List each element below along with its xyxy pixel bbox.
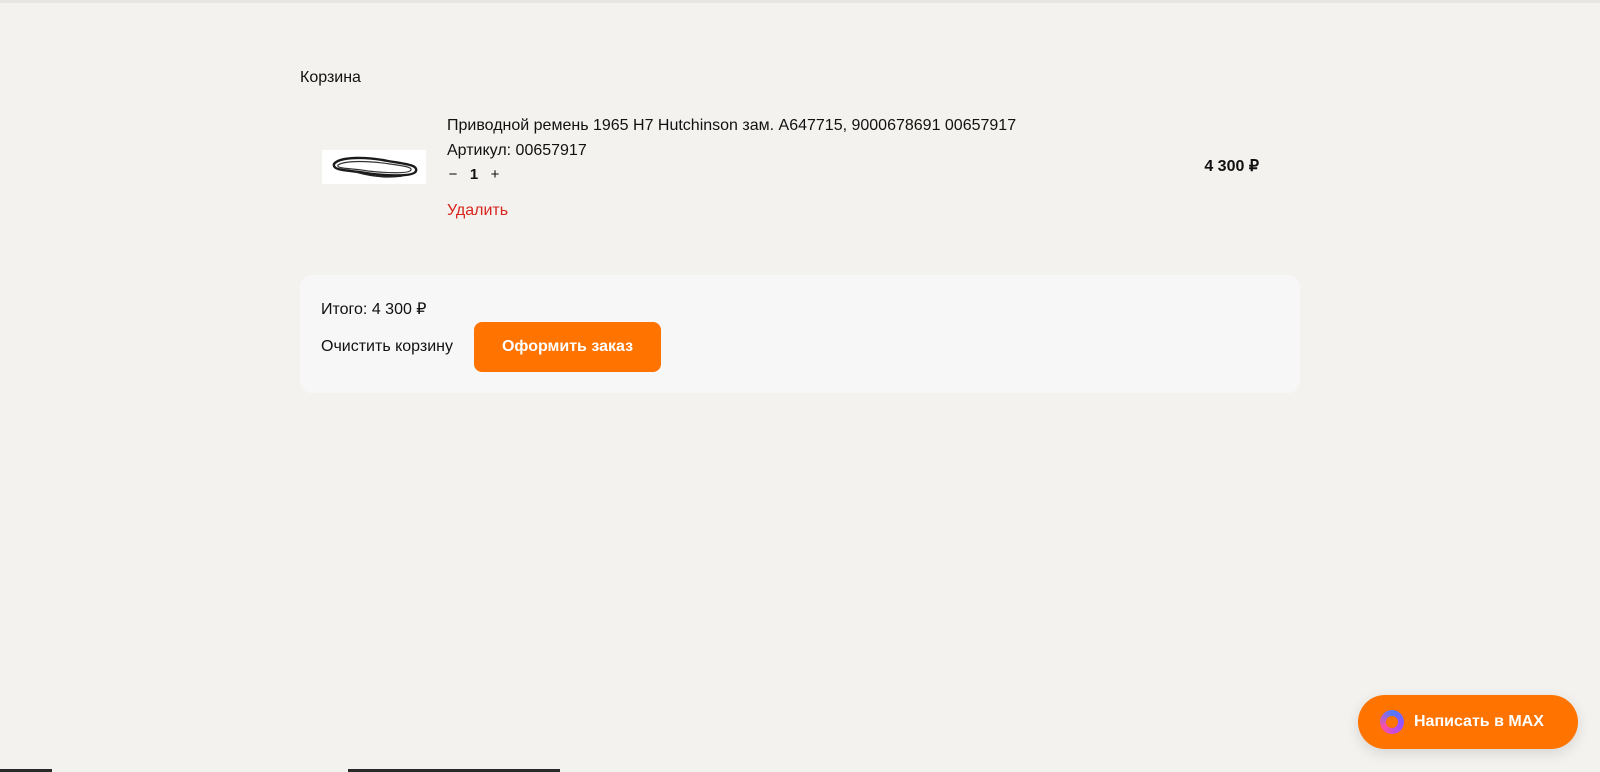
top-border — [0, 0, 1600, 3]
chat-max-label: Написать в MAX — [1414, 713, 1544, 730]
drive-belt-icon — [332, 156, 418, 178]
quantity-value: 1 — [469, 166, 479, 183]
product-name[interactable]: Приводной ремень 1965 H7 Hutchinson зам.… — [447, 116, 1016, 136]
decrement-button[interactable]: − — [447, 165, 459, 185]
product-image[interactable] — [322, 150, 426, 184]
max-messenger-icon — [1380, 710, 1404, 734]
cart-item: Приводной ремень 1965 H7 Hutchinson зам.… — [300, 110, 1280, 230]
quantity-stepper: − 1 + — [447, 165, 501, 185]
page-title: Корзина — [300, 69, 361, 86]
item-price: 4 300 ₽ — [1204, 158, 1259, 175]
clear-cart-button[interactable]: Очистить корзину — [321, 337, 453, 357]
checkout-button[interactable]: Оформить заказ — [474, 322, 661, 372]
increment-button[interactable]: + — [489, 165, 501, 185]
cart-summary: Итого: 4 300 ₽ Очистить корзину Оформить… — [300, 275, 1300, 393]
product-sku: Артикул: 00657917 — [447, 142, 587, 159]
chat-max-button[interactable]: Написать в MAX — [1358, 695, 1578, 749]
remove-item-link[interactable]: Удалить — [447, 201, 508, 221]
cart-total: Итого: 4 300 ₽ — [321, 301, 427, 318]
